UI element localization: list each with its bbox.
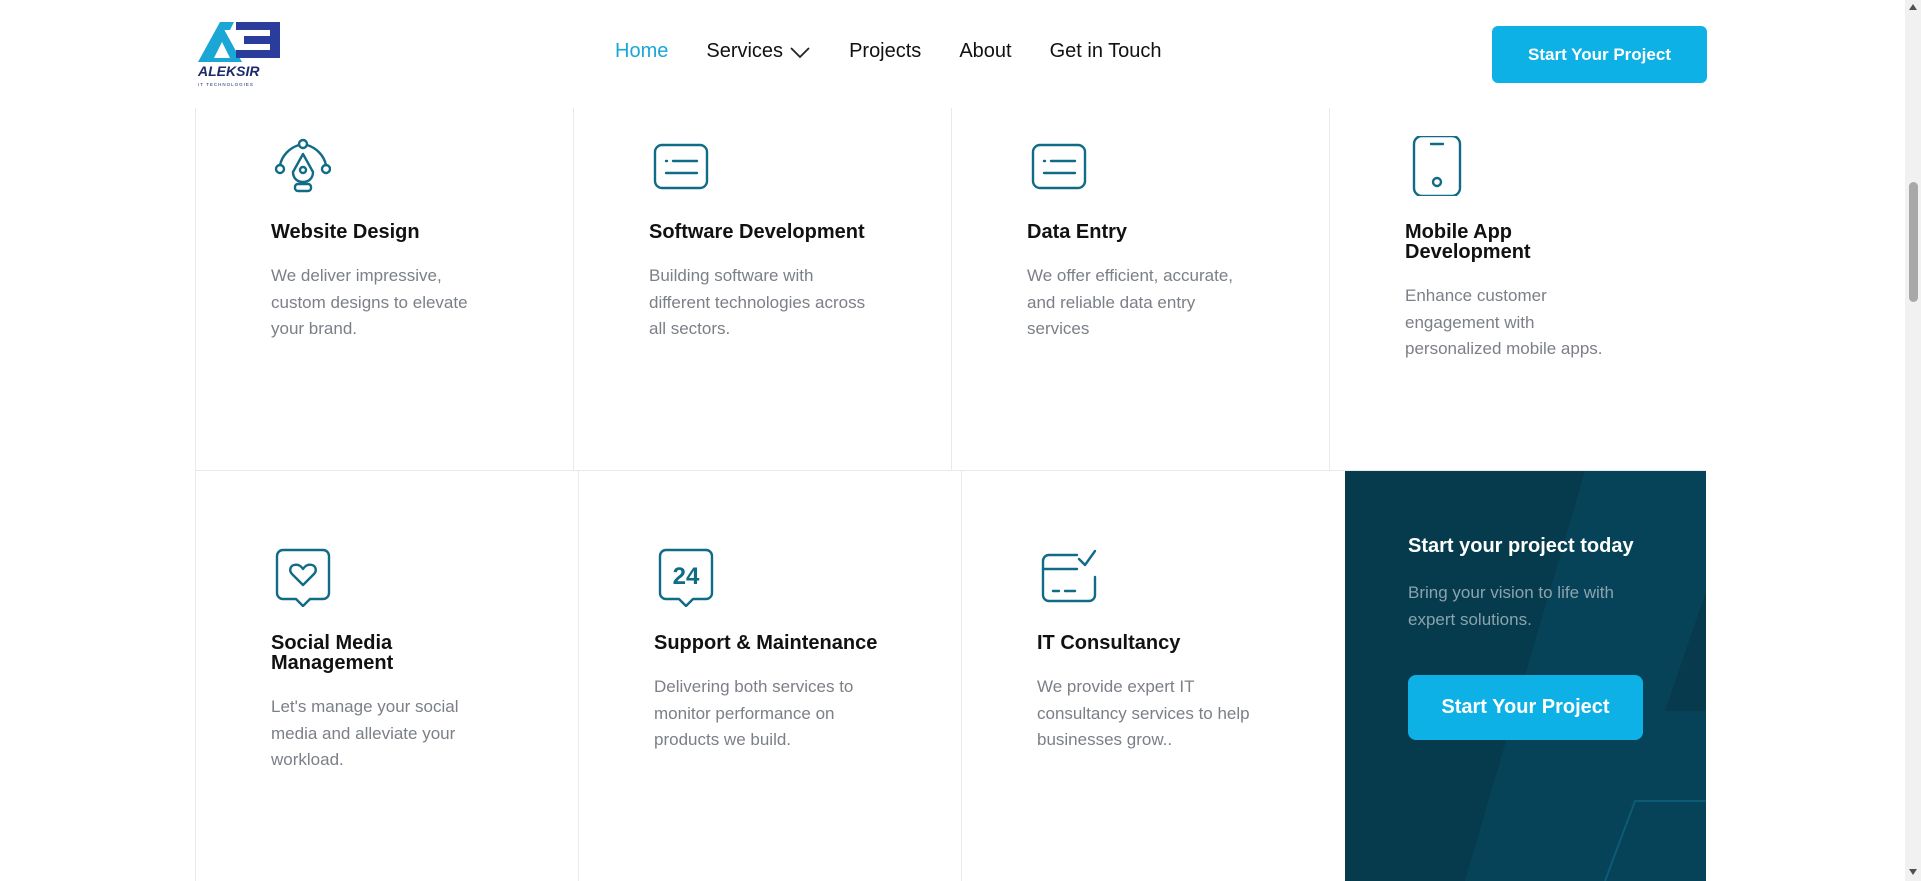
browser-check-icon bbox=[1041, 549, 1097, 603]
scroll-down-arrow-icon[interactable] bbox=[1909, 869, 1917, 875]
card-title: IT Consultancy bbox=[1037, 632, 1181, 654]
grid-divider bbox=[195, 108, 196, 881]
nav-projects-label: Projects bbox=[849, 40, 922, 62]
service-card-support-maintenance[interactable]: 24 Support & Maintenance Delivering both… bbox=[654, 547, 894, 754]
card-description: We deliver impressive, custom designs to… bbox=[271, 266, 468, 338]
card-description: We provide expert IT consultancy service… bbox=[1037, 677, 1250, 749]
logo-tagline: IT TECHNOLOGIES bbox=[198, 82, 254, 87]
nav-get-in-touch-label: Get in Touch bbox=[1049, 40, 1162, 62]
card-title: Website Design bbox=[271, 221, 420, 243]
support-24-icon: 24 bbox=[658, 548, 714, 607]
service-card-social-media-management[interactable]: Social Media Management Let's manage you… bbox=[271, 547, 511, 774]
svg-text:24: 24 bbox=[673, 563, 700, 590]
smartphone-icon bbox=[1412, 136, 1462, 196]
vertical-scrollbar[interactable] bbox=[1905, 0, 1921, 881]
grid-divider bbox=[573, 108, 574, 471]
nav-about[interactable]: About bbox=[959, 40, 1011, 63]
cta-start-project-button[interactable]: Start Your Project bbox=[1408, 675, 1643, 740]
service-card-website-design[interactable]: Website Design We deliver impressive, cu… bbox=[271, 136, 511, 343]
card-description: Let's manage your social media and allev… bbox=[271, 697, 459, 769]
nav-home[interactable]: Home bbox=[615, 40, 668, 63]
service-card-software-development[interactable]: Software Development Building software w… bbox=[649, 136, 889, 343]
main-nav: Home Services Projects About Get in Touc… bbox=[615, 40, 1200, 63]
site-header: ALEKSIR IT TECHNOLOGIES Home Services Pr… bbox=[0, 0, 1905, 108]
code-window-icon bbox=[653, 143, 709, 190]
card-description: Delivering both services to monitor perf… bbox=[654, 677, 854, 749]
nav-about-label: About bbox=[959, 40, 1012, 62]
card-title: Data Entry bbox=[1027, 221, 1128, 243]
data-window-icon bbox=[1031, 143, 1087, 190]
company-logo[interactable]: ALEKSIR IT TECHNOLOGIES bbox=[196, 18, 288, 88]
card-title: Social Media Management bbox=[271, 632, 394, 674]
service-card-data-entry[interactable]: Data Entry We offer efficient, accurate,… bbox=[1027, 136, 1267, 343]
nav-services[interactable]: Services bbox=[706, 40, 811, 63]
grid-divider bbox=[1329, 108, 1330, 471]
logo-text: ALEKSIR bbox=[197, 63, 260, 79]
nav-get-in-touch[interactable]: Get in Touch bbox=[1050, 40, 1162, 63]
pen-tool-icon bbox=[274, 138, 331, 193]
grid-divider bbox=[951, 108, 952, 471]
grid-divider bbox=[578, 471, 579, 881]
heart-message-icon bbox=[275, 548, 331, 607]
nav-services-label: Services bbox=[706, 40, 784, 62]
cta-text: Bring your vision to life with expert so… bbox=[1408, 583, 1614, 629]
card-description: We offer efficient, accurate, and reliab… bbox=[1027, 266, 1234, 338]
cta-title: Start your project today bbox=[1408, 535, 1634, 557]
card-title: Software Development bbox=[649, 221, 865, 243]
grid-divider bbox=[961, 471, 962, 881]
cta-card: Start your project today Bring your visi… bbox=[1345, 471, 1706, 881]
start-project-button[interactable]: Start Your Project bbox=[1492, 26, 1707, 83]
card-description: Enhance customer engagement with persona… bbox=[1405, 286, 1603, 358]
nav-home-label: Home bbox=[615, 40, 669, 62]
service-card-it-consultancy[interactable]: IT Consultancy We provide expert IT cons… bbox=[1037, 547, 1277, 754]
scroll-up-arrow-icon[interactable] bbox=[1909, 4, 1917, 10]
service-card-mobile-app-development[interactable]: Mobile App Development Enhance customer … bbox=[1405, 136, 1645, 363]
scrollbar-thumb[interactable] bbox=[1909, 182, 1918, 302]
card-description: Building software with different technol… bbox=[649, 266, 866, 338]
card-title: Mobile App Development bbox=[1405, 221, 1531, 263]
nav-projects[interactable]: Projects bbox=[849, 40, 921, 63]
card-title: Support & Maintenance bbox=[654, 632, 878, 654]
chevron-down-icon bbox=[790, 46, 810, 58]
